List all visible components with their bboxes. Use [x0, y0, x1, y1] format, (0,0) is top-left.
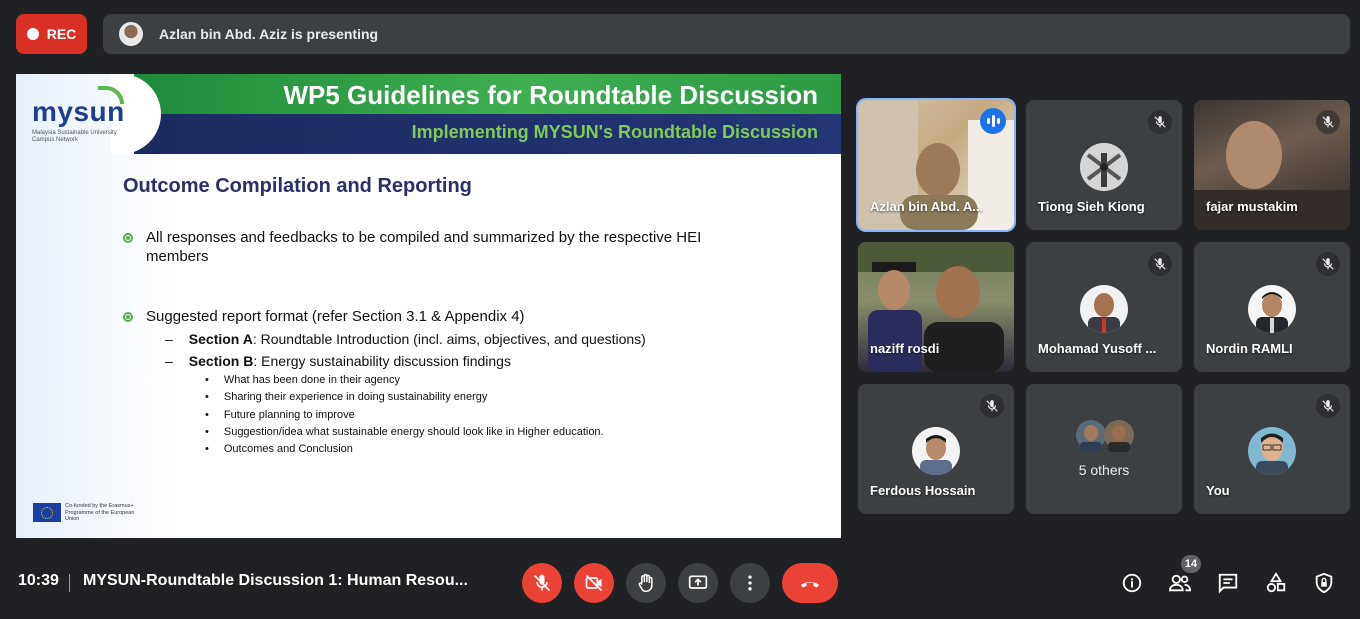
- others-label: 5 others: [1078, 462, 1130, 478]
- presenter-banner: Azlan bin Abd. Aziz is presenting: [103, 14, 1350, 54]
- camera-toggle-button[interactable]: [574, 563, 614, 603]
- eu-funding-text: Co-funded by the Erasmus+ Programme of t…: [65, 503, 135, 522]
- mic-off-icon: [533, 574, 551, 592]
- others-avatars: [1076, 420, 1134, 452]
- mic-off-icon: [1148, 110, 1172, 134]
- bullet-text: Suggested report format (refer Section 3…: [146, 308, 525, 325]
- mic-off-icon: [1316, 110, 1340, 134]
- clock: 10:39: [18, 572, 59, 589]
- shield-lock-icon: [1315, 572, 1333, 594]
- chat-icon: [1218, 573, 1238, 594]
- mic-off-icon: [1316, 394, 1340, 418]
- slide-heading: Outcome Compilation and Reporting: [123, 175, 472, 197]
- more-options-button[interactable]: [730, 563, 770, 603]
- hang-up-icon: [801, 582, 819, 588]
- host-controls-button[interactable]: [1311, 570, 1337, 596]
- bullet-item: All responses and feedbacks to be compil…: [123, 228, 723, 266]
- participant-name: Nordin RAMLI: [1206, 341, 1293, 356]
- sub-item: • Suggestion/idea what sustainable energy…: [205, 425, 604, 438]
- raise-hand-button[interactable]: [626, 563, 666, 603]
- participant-name: fajar mustakim: [1206, 199, 1298, 214]
- record-dot-icon: [26, 28, 39, 40]
- activities-button[interactable]: [1263, 570, 1289, 596]
- participant-tile-tiong[interactable]: Tiong Sieh Kiong: [1026, 100, 1182, 230]
- bullet-item: Suggested report format (refer Section 3…: [123, 307, 525, 326]
- avatar: [912, 427, 960, 475]
- presentation-slide: WP5 Guidelines for Roundtable Discussion…: [16, 74, 841, 538]
- participant-tile-azlan[interactable]: Azlan bin Abd. A...: [858, 100, 1014, 230]
- leave-call-button[interactable]: [782, 563, 838, 603]
- section-a-item: – Section A: Roundtable Introduction (in…: [165, 331, 646, 347]
- present-screen-button[interactable]: [678, 563, 718, 603]
- avatar: [1080, 143, 1128, 191]
- activities-icon: [1266, 572, 1286, 593]
- logo-subtitle: Malaysia Sustainable University Campus N…: [32, 130, 117, 143]
- present-icon: [688, 575, 708, 589]
- meeting-details-button[interactable]: [1119, 570, 1145, 596]
- bullet-ring-icon: [123, 233, 133, 243]
- eu-flag-icon: [33, 503, 61, 523]
- info-icon: [1122, 573, 1142, 593]
- speaking-indicator-icon: [980, 108, 1006, 134]
- participant-name: Ferdous Hossain: [870, 483, 976, 498]
- people-count-badge: 14: [1181, 555, 1201, 573]
- camera-off-icon: [585, 574, 603, 592]
- avatar: [1080, 285, 1128, 333]
- participant-tile-others[interactable]: 5 others: [1026, 384, 1182, 514]
- bullet-text: All responses and feedbacks to be compil…: [146, 229, 702, 265]
- avatar: [1248, 427, 1296, 475]
- mic-off-icon: [980, 394, 1004, 418]
- chat-button[interactable]: [1215, 570, 1241, 596]
- participant-tile-nordin[interactable]: Nordin RAMLI: [1194, 242, 1350, 372]
- sub-item: • Future planning to improve: [205, 408, 355, 421]
- bullet-ring-icon: [123, 312, 133, 322]
- participant-tile-mohamad[interactable]: Mohamad Yusoff ...: [1026, 242, 1182, 372]
- section-a-text: : Roundtable Introduction (incl. aims, o…: [252, 331, 646, 347]
- people-icon: [1168, 574, 1192, 592]
- eu-funding-logo: Co-funded by the Erasmus+ Programme of t…: [33, 503, 135, 523]
- section-a-label: Section A: [188, 331, 253, 347]
- participant-name: Tiong Sieh Kiong: [1038, 199, 1145, 214]
- participant-tile-ferdous[interactable]: Ferdous Hossain: [858, 384, 1014, 514]
- participant-name: naziff rosdi: [870, 341, 940, 356]
- sub-item: • Outcomes and Conclusion: [205, 443, 353, 456]
- section-b-label: Section B: [188, 353, 254, 369]
- sub-item-list: • What has been done in their agency • Sha…: [205, 374, 604, 460]
- participant-tile-fajar[interactable]: fajar mustakim: [1194, 100, 1350, 230]
- participant-name: Azlan bin Abd. A...: [870, 199, 984, 214]
- recording-indicator[interactable]: REC: [16, 14, 87, 54]
- more-vert-icon: [748, 575, 752, 591]
- participant-tile-naziff[interactable]: naziff rosdi: [858, 242, 1014, 372]
- mic-off-icon: [1316, 252, 1340, 276]
- slide-title: WP5 Guidelines for Roundtable Discussion: [283, 80, 818, 110]
- dash-marker: –: [165, 353, 173, 369]
- hand-icon: [638, 573, 653, 593]
- avatar: [1248, 285, 1296, 333]
- divider: [69, 574, 70, 592]
- dash-marker: –: [165, 331, 173, 347]
- mic-off-icon: [1148, 252, 1172, 276]
- participant-name: Mohamad Yusoff ...: [1038, 341, 1157, 356]
- section-b-text: : Energy sustainability discussion findi…: [253, 353, 511, 369]
- section-b-item: – Section B: Energy sustainability discu…: [165, 353, 511, 369]
- slide-subtitle: Implementing MYSUN's Roundtable Discussi…: [411, 122, 818, 142]
- presenter-avatar: [119, 22, 143, 46]
- meeting-title: MYSUN-Roundtable Discussion 1: Human Res…: [83, 572, 468, 589]
- sub-item: • What has been done in their agency: [205, 374, 400, 386]
- mysun-logo: mysun Malaysia Sustainable University Ca…: [32, 86, 132, 144]
- mic-toggle-button[interactable]: [522, 563, 562, 603]
- recording-label: REC: [46, 26, 77, 42]
- people-button[interactable]: [1167, 570, 1193, 596]
- participant-tile-you[interactable]: You: [1194, 384, 1350, 514]
- sub-item: • Sharing their experience in doing susta…: [205, 391, 488, 404]
- meet-window: REC Azlan bin Abd. Aziz is presenting WP…: [0, 0, 1360, 619]
- participant-name: You: [1206, 483, 1230, 498]
- presenter-text: Azlan bin Abd. Aziz is presenting: [159, 26, 379, 42]
